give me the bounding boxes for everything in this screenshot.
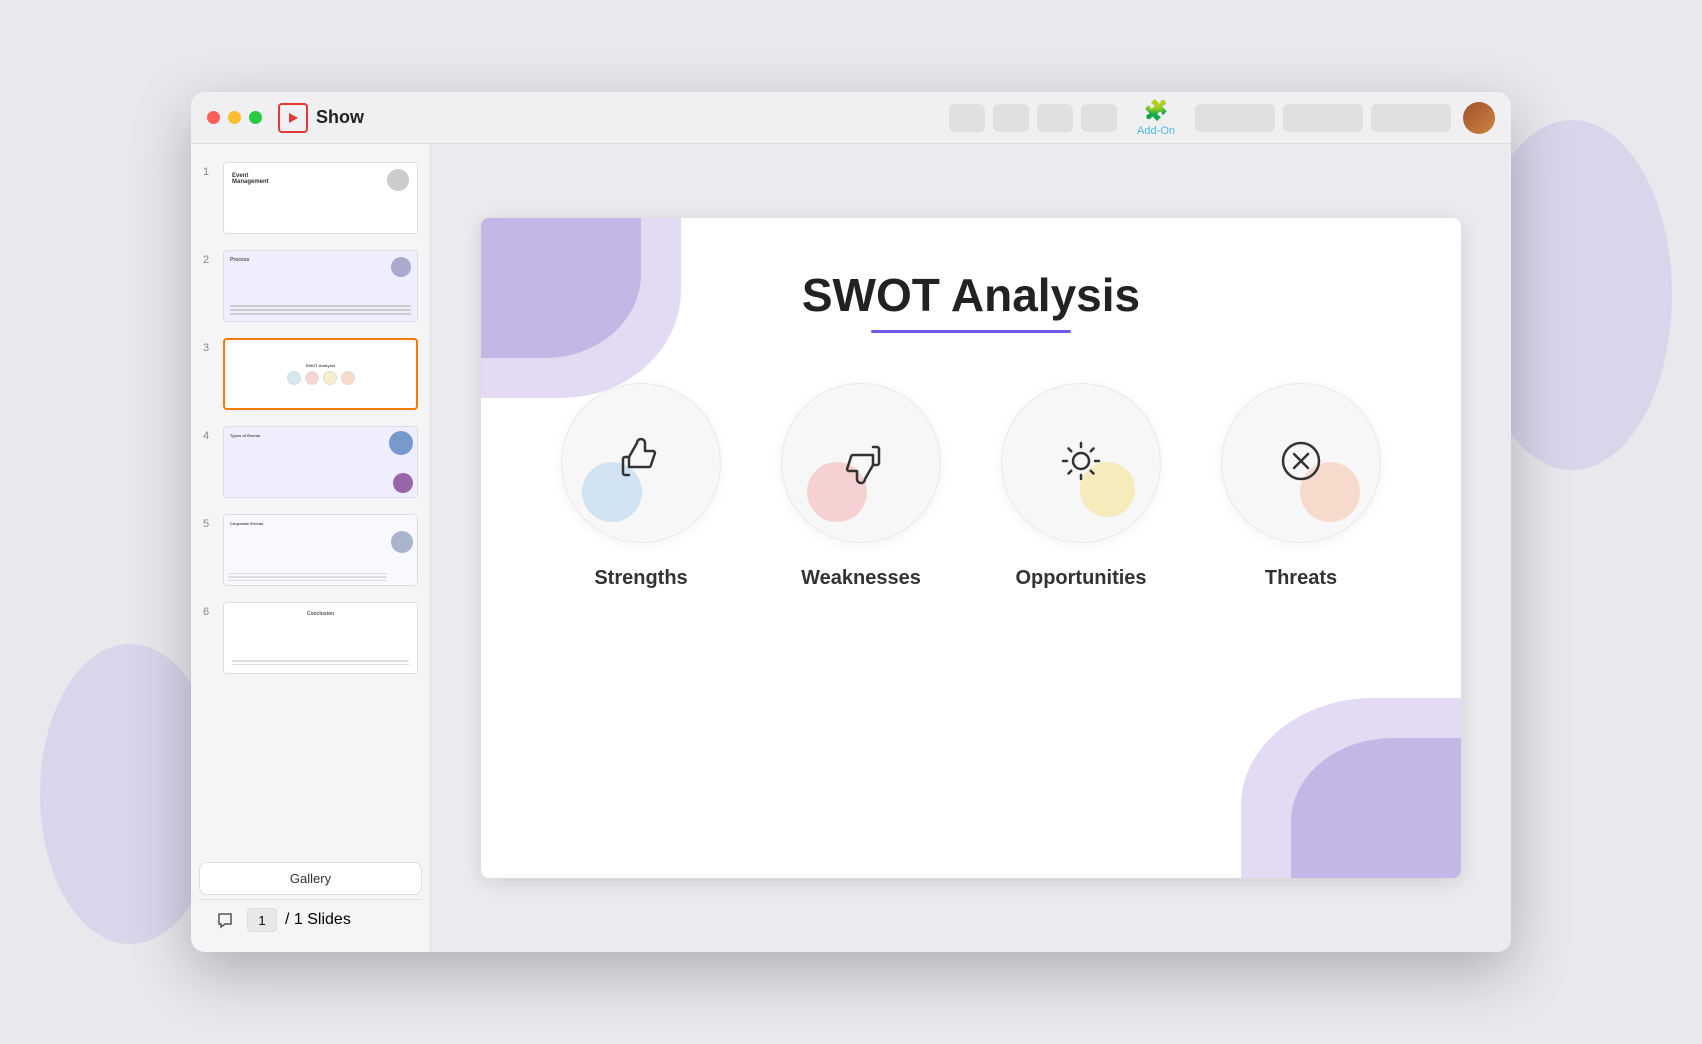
slide-preview-5: Corporate Events: [223, 514, 418, 586]
slide-num-4: 4: [203, 430, 215, 442]
slide-num-2: 2: [203, 254, 215, 266]
export-button[interactable]: [1371, 104, 1451, 132]
swot-circle-weaknesses: [781, 383, 941, 543]
toolbar-btn-1[interactable]: [949, 104, 985, 132]
swot-circle-opportunities: [1001, 383, 1161, 543]
titlebar: Show 🧩 Add-On: [191, 92, 1511, 144]
maximize-button[interactable]: [249, 111, 262, 124]
slide-num-3: 3: [203, 342, 215, 354]
x-circle-icon: [1275, 435, 1327, 492]
slide-preview-2: Process: [223, 250, 418, 322]
slide-num-6: 6: [203, 606, 215, 618]
toolbar-buttons: [949, 104, 1117, 132]
addon-button[interactable]: 🧩 Add-On: [1129, 94, 1183, 141]
slide-preview-4: Types of Events: [223, 426, 418, 498]
sun-icon: [1055, 435, 1107, 492]
slide-thumb-5[interactable]: 5 Corporate Events: [199, 508, 422, 592]
weaknesses-label: Weaknesses: [801, 567, 921, 590]
thumbs-down-icon: [835, 435, 887, 492]
slide-content: SWOT Analysis: [481, 218, 1461, 878]
slide-title: SWOT Analysis: [802, 268, 1140, 322]
slide-thumb-3[interactable]: 3 SWOT Analysis: [199, 332, 422, 416]
puzzle-icon: 🧩: [1144, 98, 1169, 123]
swot-item-strengths: Strengths: [551, 383, 731, 590]
swot-item-threats: Threats: [1211, 383, 1391, 590]
present-button[interactable]: [1195, 104, 1275, 132]
swot-circle-strengths: [561, 383, 721, 543]
slide-thumb-2[interactable]: 2 Process: [199, 244, 422, 328]
share-button[interactable]: [1283, 104, 1363, 132]
slide-editor: SWOT Analysis: [431, 144, 1511, 952]
slide-preview-6: Conclusion: [223, 602, 418, 674]
close-button[interactable]: [207, 111, 220, 124]
thumbs-up-icon: [615, 435, 667, 492]
toolbar-btn-4[interactable]: [1081, 104, 1117, 132]
toolbar: Show 🧩 Add-On: [262, 94, 1495, 141]
slide-total: / 1 Slides: [285, 911, 351, 929]
slide-num-1: 1: [203, 166, 215, 178]
swot-circle-threats: [1221, 383, 1381, 543]
toolbar-btn-3[interactable]: [1037, 104, 1073, 132]
strengths-label: Strengths: [594, 567, 687, 590]
main-content: 1 EventManagement 2 Process: [191, 144, 1511, 952]
title-underline: [871, 330, 1071, 333]
traffic-lights: [207, 111, 262, 124]
toolbar-btn-2[interactable]: [993, 104, 1029, 132]
app-name: Show: [316, 107, 364, 128]
comment-icon[interactable]: [211, 906, 239, 934]
slide-thumb-4[interactable]: 4 Types of Events: [199, 420, 422, 504]
user-avatar[interactable]: [1463, 102, 1495, 134]
sidebar: 1 EventManagement 2 Process: [191, 144, 431, 952]
slide-thumb-1[interactable]: 1 EventManagement: [199, 156, 422, 240]
current-slide-input[interactable]: [247, 908, 277, 932]
opportunities-label: Opportunities: [1015, 567, 1146, 590]
slide-counter-bar: / 1 Slides: [199, 899, 422, 940]
threats-label: Threats: [1265, 567, 1337, 590]
app-logo: Show: [278, 103, 364, 133]
slide-canvas: SWOT Analysis: [481, 218, 1461, 878]
app-window: Show 🧩 Add-On: [191, 92, 1511, 952]
gallery-button[interactable]: Gallery: [199, 862, 422, 895]
slide-preview-3: SWOT Analysis: [223, 338, 418, 410]
swot-item-weaknesses: Weaknesses: [771, 383, 951, 590]
slide-preview-1: EventManagement: [223, 162, 418, 234]
slide-num-5: 5: [203, 518, 215, 530]
action-buttons: [1195, 104, 1451, 132]
minimize-button[interactable]: [228, 111, 241, 124]
addon-label: Add-On: [1137, 125, 1175, 137]
swot-grid: Strengths: [541, 383, 1401, 590]
slide-thumb-6[interactable]: 6 Conclusion: [199, 596, 422, 680]
swot-item-opportunities: Opportunities: [991, 383, 1171, 590]
logo-icon: [278, 103, 308, 133]
